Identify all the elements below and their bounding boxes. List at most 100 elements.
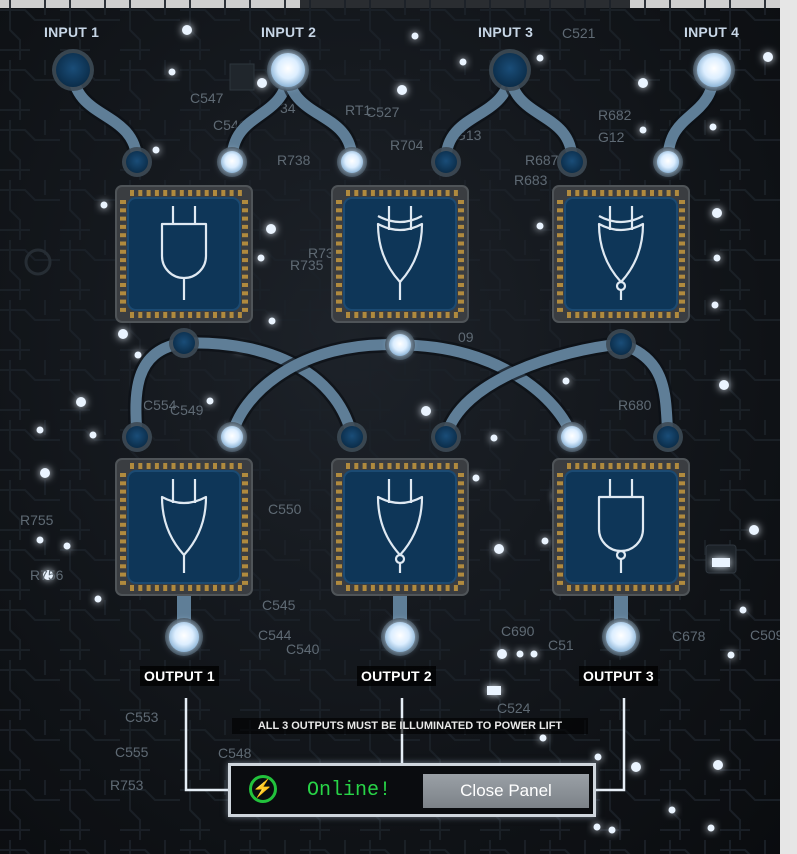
- chip-pin: [379, 463, 384, 469]
- chip-pin: [633, 463, 638, 469]
- chip-pin: [557, 249, 563, 254]
- chip-pin: [242, 497, 248, 502]
- chip-pin: [362, 585, 367, 591]
- chip-pin: [679, 200, 685, 204]
- chip-pin: [458, 224, 464, 229]
- chip-pin: [679, 556, 685, 560]
- component-label: R704: [390, 137, 424, 153]
- chip-pin: [557, 473, 563, 477]
- chip-pin: [666, 190, 671, 196]
- board-light: [709, 123, 717, 131]
- chip-pin: [575, 190, 580, 196]
- chip-pin: [625, 312, 630, 318]
- component-label: C51: [548, 637, 574, 653]
- chip-pin: [658, 463, 663, 469]
- chip-pin: [395, 585, 400, 591]
- gate-input-node: [341, 426, 363, 448]
- chip-pin: [354, 190, 359, 196]
- board-light: [763, 52, 773, 62]
- chip-pin: [204, 312, 209, 318]
- chip-pin: [557, 522, 563, 527]
- chip-pin: [336, 208, 342, 213]
- chip-pin: [557, 233, 563, 238]
- chip-pin: [557, 283, 563, 287]
- chip-pin: [600, 585, 605, 591]
- chip-pin: [453, 463, 458, 469]
- board-light: [100, 201, 108, 209]
- chip-pin: [625, 463, 630, 469]
- chip-pin: [567, 190, 571, 196]
- chip-pin: [120, 224, 126, 229]
- board-light: [713, 254, 721, 262]
- chip-pin: [679, 307, 685, 312]
- board-light: [152, 146, 160, 154]
- chip-pin: [404, 585, 409, 591]
- chip-pin: [679, 291, 685, 296]
- chip-pin: [608, 312, 613, 318]
- chip-pin: [237, 190, 242, 196]
- chip-pin: [633, 312, 638, 318]
- board-light: [719, 380, 729, 390]
- chip-pin: [336, 481, 342, 486]
- board-light: [727, 651, 735, 659]
- chip-pin: [445, 585, 450, 591]
- chip-pin: [458, 572, 464, 577]
- chip-pin: [458, 291, 464, 296]
- chip-pin: [370, 585, 375, 591]
- chip-pin: [163, 585, 168, 591]
- chip-pin: [679, 283, 685, 287]
- board-light: [639, 126, 647, 134]
- component-label: C545: [262, 597, 296, 613]
- chip-pin: [120, 200, 126, 204]
- chip-pin: [666, 463, 671, 469]
- output-2-label: OUTPUT 2: [357, 666, 436, 686]
- chip-pin: [412, 190, 417, 196]
- board-light: [76, 397, 86, 407]
- chip-pin: [379, 190, 384, 196]
- chip-pin: [453, 312, 458, 318]
- chip-pin: [120, 249, 126, 254]
- chip-pin: [242, 307, 248, 312]
- input-node: [697, 53, 731, 87]
- chip-pin: [171, 312, 176, 318]
- chip-pin: [196, 190, 201, 196]
- chip-pin: [120, 497, 126, 502]
- chip-pin: [583, 585, 588, 591]
- component-label: R683: [514, 172, 548, 188]
- chip-pin: [557, 497, 563, 502]
- chip-pin: [557, 291, 563, 296]
- chip-pin: [120, 572, 126, 577]
- output-node: [169, 622, 199, 652]
- chip-pin: [336, 556, 342, 560]
- chip-pin: [600, 463, 605, 469]
- chip-pin: [242, 556, 248, 560]
- chip-pin: [387, 463, 392, 469]
- gate-nand: [552, 458, 690, 596]
- chip-pin: [557, 274, 563, 279]
- chip-pin: [679, 481, 685, 486]
- chip-pin: [242, 241, 248, 246]
- chip-pin: [163, 312, 168, 318]
- input-node: [56, 53, 90, 87]
- chip-pin: [120, 580, 126, 585]
- chip-pin: [583, 463, 588, 469]
- chip-pin: [679, 580, 685, 585]
- chip-pin: [221, 463, 226, 469]
- board-light: [638, 78, 648, 88]
- chip-pin: [557, 556, 563, 560]
- chip-pin: [458, 216, 464, 221]
- chip-pin: [557, 564, 563, 569]
- gate-input-node: [126, 426, 148, 448]
- board-light: [266, 224, 276, 234]
- chip-pin: [679, 547, 685, 552]
- chip-pin: [679, 233, 685, 238]
- close-panel-button[interactable]: Close Panel: [423, 774, 589, 808]
- input-4-label: INPUT 4: [684, 24, 740, 40]
- component-label: C678: [672, 628, 706, 644]
- chip-pin: [154, 463, 159, 469]
- chip-pin: [154, 585, 159, 591]
- output-1-label: OUTPUT 1: [140, 666, 219, 686]
- chip-pin: [196, 463, 201, 469]
- chip-pin: [242, 531, 248, 536]
- chip-pin: [412, 463, 417, 469]
